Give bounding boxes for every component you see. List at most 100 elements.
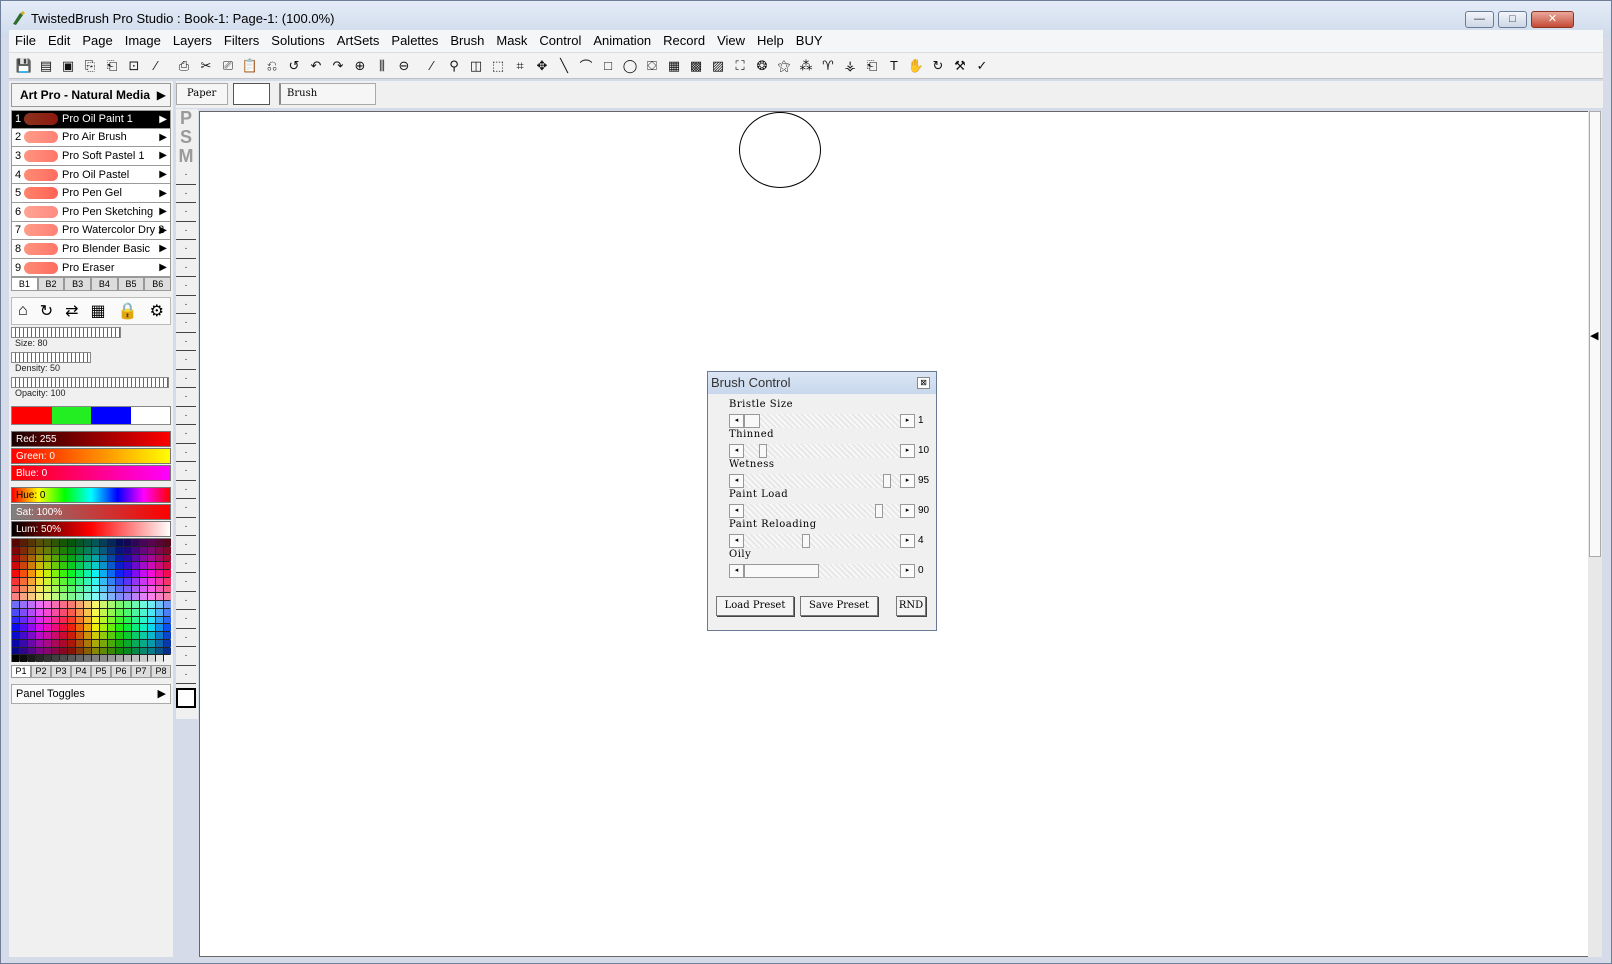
palette-cell[interactable]: [68, 601, 75, 608]
palette-cell[interactable]: [68, 562, 75, 569]
palette-cell[interactable]: [76, 608, 83, 616]
palette-cell[interactable]: [100, 562, 107, 569]
palette-cell[interactable]: [116, 585, 123, 593]
palette-cell[interactable]: [156, 639, 163, 647]
palette-cell[interactable]: [60, 554, 67, 562]
palette-cell[interactable]: [148, 647, 155, 655]
palette-cell[interactable]: [68, 585, 75, 593]
layer-slot[interactable]: ·: [176, 518, 196, 536]
collapse-arrow-icon[interactable]: ◀: [1590, 329, 1598, 342]
slider-right-arrow-icon[interactable]: ▸: [900, 444, 915, 458]
palette-cell[interactable]: [132, 593, 139, 600]
brush-item[interactable]: 8 Pro Blender Basic ▶: [11, 240, 171, 259]
control-slider-track[interactable]: ◂ ▸: [729, 564, 915, 578]
palette-cell[interactable]: [44, 585, 51, 593]
palette-cell[interactable]: [92, 562, 99, 569]
layer-slot[interactable]: ·: [176, 555, 196, 573]
palette-cell[interactable]: [116, 624, 123, 631]
palette-cell[interactable]: [60, 601, 67, 608]
palette-cell[interactable]: [164, 624, 171, 631]
palette-cell[interactable]: [68, 539, 75, 546]
palette-cell[interactable]: [52, 539, 59, 546]
brush-arrow-icon[interactable]: ▶: [159, 225, 167, 236]
save-icon[interactable]: 💾: [13, 55, 35, 77]
layer-slot[interactable]: ·: [176, 573, 196, 592]
palette-cell[interactable]: [116, 601, 123, 608]
palette-cell[interactable]: [108, 655, 115, 662]
palette-cell[interactable]: [44, 554, 51, 562]
layer-slot[interactable]: ·: [176, 666, 196, 684]
palette-cell[interactable]: [84, 655, 91, 662]
text-icon[interactable]: T: [883, 55, 905, 77]
layer-slot[interactable]: ·: [176, 610, 196, 629]
palette-cell[interactable]: [148, 546, 155, 554]
palette-cell[interactable]: [108, 639, 115, 647]
palette-cell[interactable]: [68, 577, 75, 585]
palette-cell[interactable]: [100, 647, 107, 655]
menu-brush[interactable]: Brush: [444, 30, 490, 52]
palette-cell[interactable]: [36, 608, 43, 616]
tab-b5[interactable]: B5: [117, 277, 145, 291]
palette-cell[interactable]: [84, 585, 91, 593]
palette-cell[interactable]: [140, 608, 147, 616]
layer-slot[interactable]: ·: [176, 388, 196, 407]
palette-cell[interactable]: [164, 639, 171, 647]
control-slider-track[interactable]: ◂ ▸: [729, 504, 915, 518]
palette-cell[interactable]: [140, 616, 147, 624]
palette-cell[interactable]: [68, 647, 75, 655]
palette-cell[interactable]: [28, 577, 35, 585]
brush-arrow-icon[interactable]: ▶: [159, 169, 167, 180]
pencil-icon[interactable]: ∕: [421, 55, 443, 77]
palette-cell[interactable]: [108, 554, 115, 562]
palette-cell[interactable]: [20, 585, 27, 593]
palette-cell[interactable]: [116, 562, 123, 569]
palette-cell[interactable]: [92, 608, 99, 616]
copy-icon[interactable]: ⎙: [173, 55, 195, 77]
palette-cell[interactable]: [76, 585, 83, 593]
palette-cell[interactable]: [132, 608, 139, 616]
sat-bar[interactable]: Sat: 100%: [11, 504, 171, 520]
palette-cell[interactable]: [132, 585, 139, 593]
palette-cell[interactable]: [44, 539, 51, 546]
palette-cell[interactable]: [100, 632, 107, 639]
color-swatch[interactable]: [130, 407, 170, 424]
palette-cell[interactable]: [36, 647, 43, 655]
palette-cell[interactable]: [132, 639, 139, 647]
opacity-ticks[interactable]: [11, 377, 169, 388]
slider-left-arrow-icon[interactable]: ◂: [729, 444, 744, 458]
palette-cell[interactable]: [116, 616, 123, 624]
move-icon[interactable]: ✥: [531, 55, 553, 77]
palette-cell[interactable]: [108, 570, 115, 577]
tab-b2[interactable]: B2: [37, 277, 65, 291]
palette-cell[interactable]: [44, 655, 51, 662]
palette-cell[interactable]: [36, 546, 43, 554]
red-bar[interactable]: Red: 255: [11, 431, 171, 447]
palette-cell[interactable]: [156, 546, 163, 554]
brush-item[interactable]: 5 Pro Pen Gel ▶: [11, 184, 171, 203]
palette-cell[interactable]: [12, 608, 19, 616]
palette-cell[interactable]: [148, 593, 155, 600]
layer-slot[interactable]: ·: [176, 351, 196, 370]
density-slider[interactable]: Density: 50: [11, 352, 171, 374]
palette-cell[interactable]: [20, 539, 27, 546]
select-rect-icon[interactable]: ⬚: [487, 55, 509, 77]
menu-edit[interactable]: Edit: [42, 30, 76, 52]
palette-cell[interactable]: [108, 539, 115, 546]
palette-cell[interactable]: [28, 562, 35, 569]
palette-cell[interactable]: [132, 601, 139, 608]
undo-icon[interactable]: ↶: [305, 55, 327, 77]
palette-cell[interactable]: [108, 593, 115, 600]
palette-cell[interactable]: [140, 655, 147, 662]
hue-bar[interactable]: Hue: 0: [11, 487, 171, 503]
palette-cell[interactable]: [60, 546, 67, 554]
palette-cell[interactable]: [20, 554, 27, 562]
palette-cell[interactable]: [36, 585, 43, 593]
copy-layer-icon[interactable]: ⎚: [217, 55, 239, 77]
palette-cell[interactable]: [44, 593, 51, 600]
palette-cell[interactable]: [140, 647, 147, 655]
menu-control[interactable]: Control: [533, 30, 587, 52]
palette-cell[interactable]: [140, 546, 147, 554]
palette-cell[interactable]: [28, 639, 35, 647]
palette-cell[interactable]: [116, 554, 123, 562]
brush-item[interactable]: 9 Pro Eraser ▶: [11, 258, 171, 278]
